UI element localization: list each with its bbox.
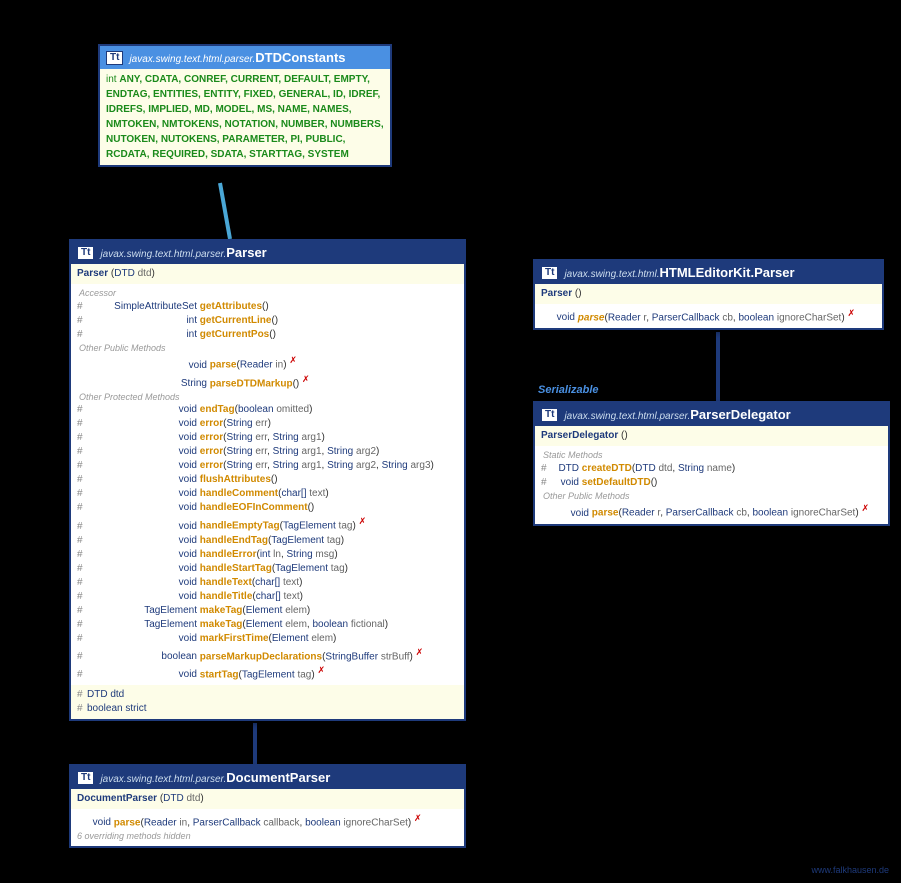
header-htmlparser: Tt javax.swing.text.html.HTMLEditorKit.P… [535, 261, 882, 284]
method-row: #void handleStartTag(TagElement tag) [77, 562, 458, 576]
method-row: #void handleEndTag(TagElement tag) [77, 534, 458, 548]
method-row: #void handleText(char[] text) [77, 576, 458, 590]
box-documentparser: Tt javax.swing.text.html.parser.Document… [69, 764, 466, 848]
classname: DTDConstants [255, 50, 345, 65]
tt-icon: Tt [106, 51, 123, 65]
method-row: #void handleEmptyTag(TagElement tag) ✗ [77, 515, 458, 533]
header-documentparser: Tt javax.swing.text.html.parser.Document… [71, 766, 464, 789]
int-label: int [106, 74, 117, 85]
method-row: #TagElement makeTag(Element elem, boolea… [77, 618, 458, 632]
method-row: #SimpleAttributeSet getAttributes() [77, 300, 458, 314]
method-row: #void handleEOFInComment() [77, 501, 458, 515]
method-row: #boolean parseMarkupDeclarations(StringB… [77, 646, 458, 664]
classname: DocumentParser [226, 770, 330, 785]
method-row: #void handleError(int ln, String msg) [77, 548, 458, 562]
classname: ParserDelegator [690, 407, 790, 422]
method-row: #void startTag(TagElement tag) ✗ [77, 664, 458, 682]
method-row: void parse(Reader in) ✗ [77, 354, 458, 372]
header-parserdelegator: Tt javax.swing.text.html.parser.ParserDe… [535, 403, 888, 426]
pkg: javax.swing.text.html.parser. [129, 54, 255, 65]
constants-list: ANY, CDATA, CONREF, CURRENT, DEFAULT, EM… [106, 74, 384, 160]
classname: HTMLEditorKit.Parser [660, 265, 795, 280]
methods-body: Accessor #SimpleAttributeSet getAttribut… [71, 284, 464, 685]
box-htmlparser: Tt javax.swing.text.html.HTMLEditorKit.P… [533, 259, 884, 330]
pkg: javax.swing.text.html.parser. [564, 411, 690, 422]
header-parser: Tt javax.swing.text.html.parser.Parser [71, 241, 464, 264]
method-row: void parse(Reader r, ParserCallback cb, … [541, 307, 876, 325]
tt-icon: Tt [541, 266, 558, 280]
pkg: javax.swing.text.html.parser. [100, 249, 226, 260]
method-row: #void setDefaultDTD() [541, 476, 882, 490]
label-other-pub: Other Public Methods [541, 490, 882, 503]
box-parserdelegator: Tt javax.swing.text.html.parser.ParserDe… [533, 401, 890, 526]
method-row: #void flushAttributes() [77, 473, 458, 487]
method-row: #DTD createDTD(DTD dtd, String name) [541, 462, 882, 476]
label-other-pub: Other Public Methods [77, 342, 458, 355]
fields-body: #DTD dtd#boolean strict [71, 685, 464, 719]
method-row: #void error(String err, String arg1, Str… [77, 445, 458, 459]
method-row: #void markFirstTime(Element elem) [77, 632, 458, 646]
header-dtdconstants: Tt javax.swing.text.html.parser.DTDConst… [100, 46, 390, 69]
tt-icon: Tt [77, 246, 94, 260]
method-row: void parse(Reader r, ParserCallback cb, … [541, 502, 882, 520]
serializable-label: Serializable [538, 384, 599, 396]
field-row: #DTD dtd [77, 688, 458, 702]
footer-link[interactable]: www.falkhausen.de [811, 865, 889, 875]
ctor-row: ParserDelegator () [535, 426, 888, 446]
method-row: #int getCurrentLine() [77, 314, 458, 328]
ctor-row: Parser (DTD dtd) [71, 264, 464, 284]
label-accessor: Accessor [77, 287, 458, 300]
method-row: #void error(String err, String arg1) [77, 431, 458, 445]
label-other-prot: Other Protected Methods [77, 391, 458, 404]
method-row: #void error(String err, String arg1, Str… [77, 459, 458, 473]
label-static: Static Methods [541, 449, 882, 462]
method-row: #void handleComment(char[] text) [77, 487, 458, 501]
field-row: #boolean strict [77, 702, 458, 716]
method-row: #void error(String err) [77, 417, 458, 431]
tt-icon: Tt [77, 771, 94, 785]
pkg: javax.swing.text.html. [564, 269, 659, 280]
box-dtdconstants: Tt javax.swing.text.html.parser.DTDConst… [98, 44, 392, 167]
methods-body: void parse(Reader in, ParserCallback cal… [71, 809, 464, 846]
method-row: void parse(Reader in, ParserCallback cal… [77, 812, 458, 830]
method-row: String parseDTDMarkup() ✗ [77, 373, 458, 391]
classname: Parser [226, 245, 266, 260]
constants-body: int ANY, CDATA, CONREF, CURRENT, DEFAULT… [100, 69, 390, 165]
tt-icon: Tt [541, 408, 558, 422]
method-row: #void endTag(boolean omitted) [77, 403, 458, 417]
methods-body: void parse(Reader r, ParserCallback cb, … [535, 304, 882, 328]
pkg: javax.swing.text.html.parser. [100, 774, 226, 785]
methods-body: Static Methods#DTD createDTD(DTD dtd, St… [535, 446, 888, 524]
method-row: #TagElement makeTag(Element elem) [77, 604, 458, 618]
hidden-note: 6 overriding methods hidden [77, 830, 458, 843]
method-row: #void handleTitle(char[] text) [77, 590, 458, 604]
method-row: #int getCurrentPos() [77, 328, 458, 342]
box-parser: Tt javax.swing.text.html.parser.Parser P… [69, 239, 466, 721]
ctor-row: DocumentParser (DTD dtd) [71, 789, 464, 809]
ctor-row: Parser () [535, 284, 882, 304]
